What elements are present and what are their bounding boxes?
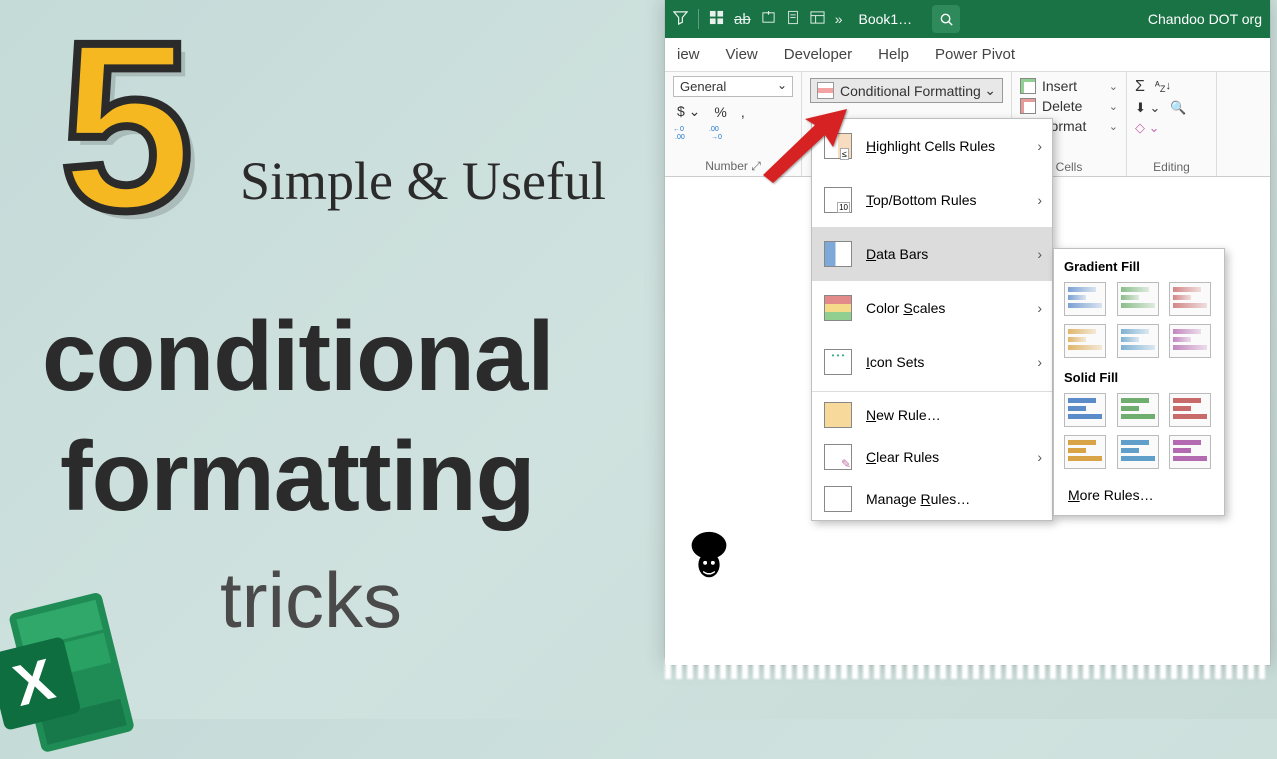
search-icon[interactable] [932,5,960,33]
page-icon[interactable] [786,10,800,29]
headline-word-1: conditional [42,300,554,413]
chevron-right-icon: › [1037,246,1042,262]
autosum-button[interactable]: Σ [1135,78,1145,96]
svg-text:.00: .00 [675,134,685,140]
manage-rules-icon [824,486,852,512]
decrease-decimal-button[interactable]: .00→0 [709,124,735,143]
data-bar-swatch[interactable] [1064,393,1106,427]
tab-developer[interactable]: Developer [784,46,852,63]
svg-text:.00: .00 [709,126,719,133]
svg-text:→0: →0 [711,134,722,140]
menu-data-bars[interactable]: Data Bars › [812,227,1052,281]
tab-review-partial[interactable]: iew [677,46,700,63]
ribbon-group-number: General $ ⌄ % , ←0.00 .00→0 Number ⤢ [665,72,802,176]
chevron-right-icon: › [1037,449,1042,465]
increase-decimal-button[interactable]: ←0.00 [673,124,699,143]
insert-button[interactable]: Insert [1020,76,1118,96]
more-commands-icon[interactable]: » [835,11,843,27]
excel-screenshot-panel: ab » Book1… Chandoo DOT org iew View Dev… [665,0,1270,665]
strikethrough-icon[interactable]: ab [734,11,751,28]
percent-button[interactable]: % [710,102,730,122]
highlight-cells-icon [824,133,852,159]
big-number: 5 [60,6,193,246]
divider [698,9,699,29]
conditional-formatting-button[interactable]: Conditional Formatting [810,78,1003,103]
data-bar-swatch[interactable] [1064,435,1106,469]
menu-top-bottom-rules[interactable]: Top/Bottom Rules › [812,173,1052,227]
workbook-title: Book1… [858,11,912,27]
fill-button[interactable]: ⬇ ⌄ [1135,100,1160,116]
clear-rules-icon [824,444,852,470]
insert-row-icon[interactable] [761,10,776,29]
data-bar-swatch[interactable] [1117,435,1159,469]
account-name: Chandoo DOT org [1148,11,1262,27]
find-icon[interactable]: 🔍 [1170,100,1186,116]
data-bar-swatch[interactable] [1169,435,1211,469]
title-bar: ab » Book1… Chandoo DOT org [665,0,1270,38]
ribbon-tabs: iew View Developer Help Power Pivot [665,38,1270,72]
sort-filter-icon[interactable]: ᴬZ↓ [1155,80,1171,94]
chevron-right-icon: › [1037,300,1042,316]
delete-icon [1020,98,1036,114]
data-bar-swatch[interactable] [1117,393,1159,427]
data-bar-swatch[interactable] [1169,393,1211,427]
more-rules-link[interactable]: More Rules… [1064,481,1214,505]
chevron-right-icon: › [1037,192,1042,208]
subtitle-handwritten: Simple & Useful [240,150,606,212]
color-scales-icon [824,295,852,321]
grid-icon[interactable] [709,10,724,29]
group-label-editing: Editing [1135,158,1208,174]
data-bar-swatch[interactable] [1169,324,1211,358]
data-bars-gallery: Gradient Fill Solid Fill More Rules… [1053,248,1225,516]
menu-color-scales[interactable]: Color Scales › [812,281,1052,335]
menu-highlight-cells-rules[interactable]: Highlight Cells Rules › [812,119,1052,173]
tab-view[interactable]: View [726,46,758,63]
data-bar-swatch[interactable] [1117,282,1159,316]
group-label-number: Number ⤢ [673,157,793,174]
data-bar-swatch[interactable] [1117,324,1159,358]
tab-help[interactable]: Help [878,46,909,63]
data-bar-swatch[interactable] [1064,324,1106,358]
insert-icon [1020,78,1036,94]
excel-logo-icon: X [0,589,150,759]
top-bottom-icon [824,187,852,213]
gallery-section-solid: Solid Fill [1064,370,1214,385]
conditional-formatting-icon [817,82,834,99]
currency-button[interactable]: $ ⌄ [673,101,704,122]
layout-icon[interactable] [810,10,825,29]
data-bar-swatch[interactable] [1064,282,1106,316]
clear-button[interactable]: ◇ ⌄ [1135,120,1160,136]
conditional-formatting-menu: Highlight Cells Rules › Top/Bottom Rules… [811,118,1053,521]
headline-word-2: formatting [60,420,535,533]
comma-button[interactable]: , [737,102,749,122]
headline-word-3: tricks [220,555,402,646]
icon-sets-icon [824,349,852,375]
delete-button[interactable]: Delete [1020,96,1118,116]
svg-text:←0: ←0 [673,126,684,133]
gallery-section-gradient: Gradient Fill [1064,259,1214,274]
author-avatar-icon [680,528,738,586]
menu-clear-rules[interactable]: Clear Rules › [812,436,1052,478]
menu-icon-sets[interactable]: Icon Sets › [812,335,1052,389]
number-format-select[interactable]: General [673,76,793,97]
menu-new-rule[interactable]: New Rule… [812,394,1052,436]
chevron-right-icon: › [1037,354,1042,370]
tab-power-pivot[interactable]: Power Pivot [935,46,1015,63]
new-rule-icon [824,402,852,428]
data-bars-icon [824,241,852,267]
menu-manage-rules[interactable]: Manage Rules… [812,478,1052,520]
data-bar-swatch[interactable] [1169,282,1211,316]
ribbon-group-editing: ΣᴬZ↓ ⬇ ⌄ 🔍 ◇ ⌄ Editing [1127,72,1217,176]
filter-icon[interactable] [673,10,688,29]
chevron-right-icon: › [1037,138,1042,154]
